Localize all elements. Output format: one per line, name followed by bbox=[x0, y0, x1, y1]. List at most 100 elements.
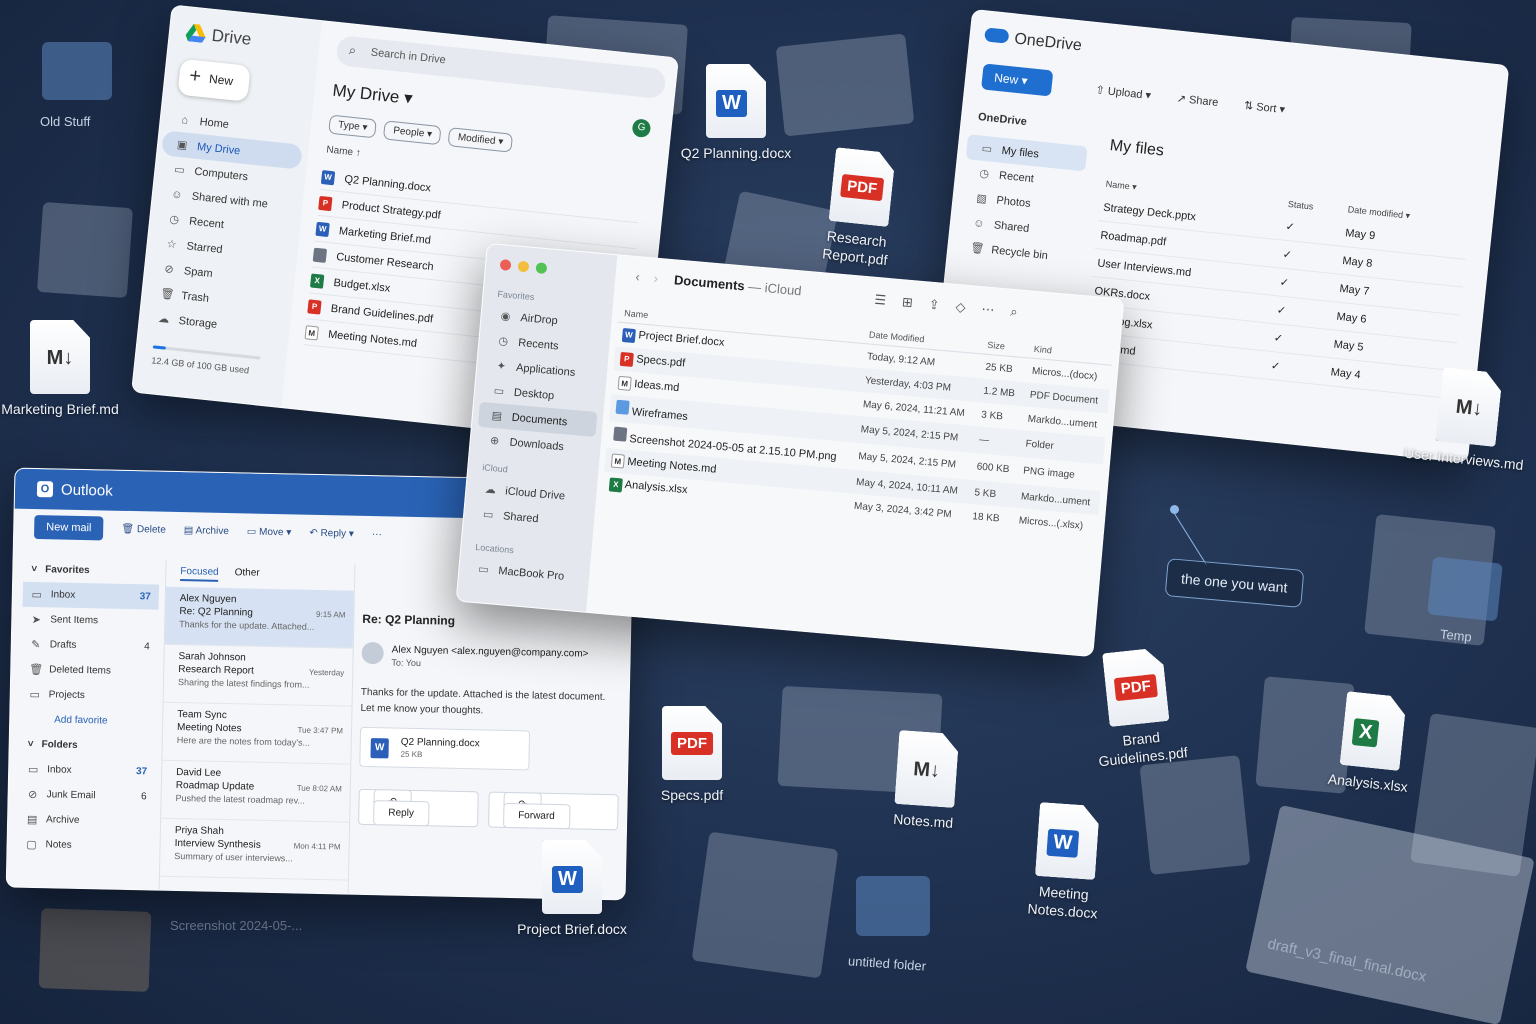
drive-nav-label: Spam bbox=[183, 264, 214, 280]
message-item[interactable]: Alex Nguyen Re: Q2 Planning Thanks for the… bbox=[164, 586, 354, 649]
grid-view-icon[interactable]: ⊞ bbox=[901, 294, 913, 311]
add-favorite-link[interactable]: Add favorite bbox=[20, 707, 156, 735]
drive-logo-icon bbox=[185, 23, 206, 43]
drive-nav-label: Computers bbox=[193, 165, 249, 183]
favorites-label: Favorites bbox=[45, 564, 90, 577]
favorite-sent[interactable]: ➤ Sent Items bbox=[22, 607, 158, 635]
share-button[interactable]: ↗ Share bbox=[1176, 92, 1219, 109]
new-mail-button[interactable]: New mail bbox=[33, 514, 104, 541]
desktop-file-meeting-notes[interactable]: W Meeting Notes.docx bbox=[1002, 800, 1130, 924]
folder-inbox[interactable]: ▭ Inbox 37 bbox=[19, 757, 155, 785]
document-icon: W bbox=[315, 221, 330, 237]
attachment[interactable]: W Q2 Planning.docx 25 KB bbox=[359, 726, 531, 771]
move-button[interactable]: ▭ Move ▾ bbox=[247, 526, 292, 538]
avatar[interactable]: G bbox=[631, 118, 652, 139]
message-time: Yesterday bbox=[308, 667, 345, 678]
upload-button[interactable]: ⇧ Upload ▾ bbox=[1095, 83, 1152, 102]
unread-count: 37 bbox=[139, 591, 151, 603]
reply-menu-button[interactable]: ↶ Reply ▾ bbox=[309, 527, 354, 539]
desktop-file-analysis[interactable]: X Analysis.xlsx bbox=[1307, 688, 1437, 798]
desktop-file-specs[interactable]: PDF Specs.pdf bbox=[632, 706, 752, 804]
drive-new-label: New bbox=[208, 71, 234, 89]
tab-other[interactable]: Other bbox=[234, 567, 260, 583]
trash-icon: 🗑 bbox=[29, 663, 44, 677]
favorite-drafts[interactable]: ✎ Drafts 4 bbox=[22, 632, 158, 660]
back-icon[interactable]: ‹ bbox=[635, 269, 641, 284]
clock-icon: ◷ bbox=[498, 335, 509, 349]
delete-button[interactable]: 🗑 Delete bbox=[121, 523, 166, 535]
favorite-deleted[interactable]: 🗑 Deleted Items bbox=[21, 657, 157, 685]
drive-new-button[interactable]: + New bbox=[177, 58, 251, 102]
message-from: Priya Shah bbox=[174, 824, 224, 838]
message-item[interactable]: Team Sync Meeting Notes Here are the notes… bbox=[162, 702, 352, 765]
archive-label: Archive bbox=[195, 524, 229, 537]
desktop-file-research-report[interactable]: PDF Research Report.pdf bbox=[794, 144, 925, 272]
folder-junk[interactable]: ⊘ Junk Email 6 bbox=[18, 782, 154, 810]
drive-icon: ▣ bbox=[176, 138, 188, 152]
message-item[interactable]: David Lee Roadmap Update Pushed the latest… bbox=[161, 760, 351, 823]
home-icon: ⌂ bbox=[180, 113, 189, 127]
message-item[interactable]: Sarah Johnson Research Report Sharing the … bbox=[163, 644, 353, 707]
folder-label: Projects bbox=[48, 689, 85, 702]
desktop-file-project-brief[interactable]: W Project Brief.docx bbox=[512, 840, 632, 938]
status-check-icon: ✓ bbox=[1265, 351, 1329, 386]
people-icon: ☺ bbox=[972, 216, 986, 230]
message-from: Alex Nguyen bbox=[179, 593, 237, 606]
desktop-file-user-interviews[interactable]: M↓ User Interviews.md bbox=[1403, 364, 1533, 474]
more-icon[interactable]: ⋯ bbox=[981, 301, 995, 318]
clock-icon: ◷ bbox=[978, 167, 990, 181]
folder-icon bbox=[312, 247, 328, 263]
filter-people[interactable]: People ▾ bbox=[383, 120, 442, 146]
favorite-inbox[interactable]: ▭ Inbox 37 bbox=[22, 581, 160, 610]
desktop-file-brand-guidelines[interactable]: PDF Brand Guidelines.pdf bbox=[1072, 644, 1203, 772]
drive-nav-label: Recent bbox=[188, 214, 225, 231]
message-preview: Here are the notes from today's... bbox=[176, 735, 311, 748]
message-item[interactable]: Priya Shah Interview Synthesis Summary of … bbox=[159, 818, 350, 881]
reply-button[interactable]: ↶ Reply bbox=[358, 788, 479, 828]
tag-icon[interactable]: ◇ bbox=[955, 299, 966, 316]
folder-notes[interactable]: ▢ Notes bbox=[17, 832, 153, 860]
reply-label: Reply bbox=[373, 800, 430, 827]
forward-icon[interactable]: › bbox=[653, 271, 659, 286]
desktop-file-marketing-brief[interactable]: M↓ Marketing Brief.md bbox=[0, 320, 120, 418]
name-column-header[interactable]: Name ↑ bbox=[326, 144, 361, 159]
word-icon: W bbox=[370, 738, 389, 759]
archive-button[interactable]: ▤ Archive bbox=[184, 525, 229, 537]
desktop-file-q2-planning[interactable]: W Q2 Planning.docx bbox=[676, 64, 796, 162]
file-name: Budget.xlsx bbox=[332, 276, 391, 295]
desktop-file-notes[interactable]: M↓ Notes.md bbox=[863, 728, 990, 834]
chevron-down-icon: ˅ bbox=[31, 563, 38, 576]
desktop-label-old-stuff: Old Stuff bbox=[40, 114, 91, 129]
drive-heading[interactable]: My Drive ▾ bbox=[332, 81, 414, 109]
word-file-icon: W bbox=[542, 840, 602, 914]
pdf-file-icon: PDF bbox=[1102, 647, 1169, 727]
tab-focused[interactable]: Focused bbox=[180, 566, 219, 582]
finder-subtitle: — iCloud bbox=[747, 278, 803, 299]
finder-nav-label: iCloud Drive bbox=[504, 484, 566, 503]
file-name: Q2 Planning.docx bbox=[343, 172, 432, 194]
onedrive-new-button[interactable]: New ▾ bbox=[981, 63, 1054, 97]
favorite-projects[interactable]: ▭ Projects bbox=[20, 682, 156, 710]
markdown-badge: M↓ bbox=[1454, 395, 1484, 421]
folders-header[interactable]: ˅ Folders bbox=[19, 732, 155, 760]
more-button[interactable]: ··· bbox=[372, 529, 382, 540]
attachment-size: 25 KB bbox=[400, 749, 423, 760]
finder-window[interactable]: Favorites ◉ AirDrop ◷ Recents ✦ Application… bbox=[455, 242, 1125, 658]
trash-icon: 🗑 bbox=[969, 242, 985, 256]
search-icon[interactable]: ⌕ bbox=[1010, 304, 1019, 321]
sort-button[interactable]: ⇅ Sort ▾ bbox=[1243, 99, 1285, 116]
folder-icon bbox=[615, 399, 630, 415]
file-name: Meeting Notes.md bbox=[626, 455, 717, 476]
message-preview: Thanks for the update. Attached... bbox=[179, 619, 315, 632]
reply-icon: ↶ bbox=[309, 527, 321, 539]
favorites-header[interactable]: ˅ Favorites bbox=[23, 557, 159, 585]
forward-button[interactable]: ↷ Forward bbox=[487, 791, 619, 831]
filter-type[interactable]: Type ▾ bbox=[328, 114, 378, 139]
list-view-icon[interactable]: ☰ bbox=[874, 292, 887, 309]
folder-label: Deleted Items bbox=[49, 664, 112, 677]
share-icon[interactable]: ⇪ bbox=[928, 297, 940, 314]
filter-modified[interactable]: Modified ▾ bbox=[447, 127, 514, 153]
excel-file-icon: X bbox=[1340, 691, 1407, 771]
onedrive-nav-label: Shared bbox=[993, 218, 1030, 235]
folder-archive[interactable]: ▤ Archive bbox=[18, 807, 154, 835]
